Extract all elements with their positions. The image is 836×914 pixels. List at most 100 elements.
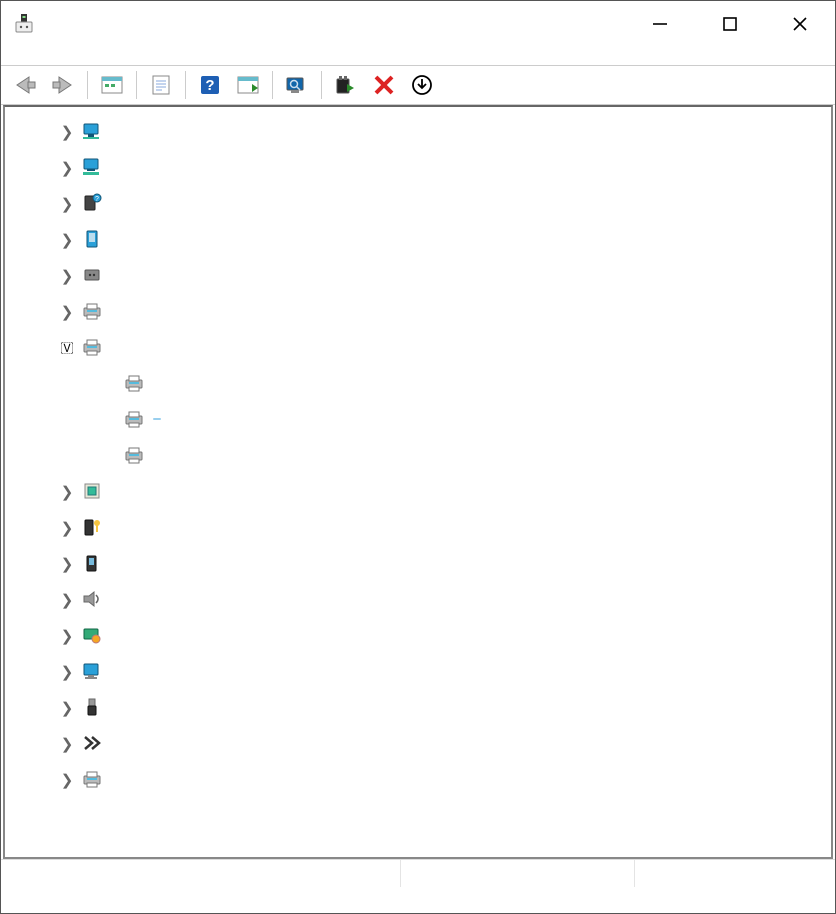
other-devices-icon: ? (79, 191, 105, 215)
toolbar-separator (136, 71, 137, 99)
chevron-right-icon[interactable]: ❯ (55, 626, 79, 645)
svg-text:?: ? (95, 196, 99, 203)
disable-device-button[interactable] (366, 69, 402, 101)
tree-item-label (111, 274, 119, 276)
chevron-right-icon[interactable]: ❯ (55, 770, 79, 789)
tree-item-security-devices[interactable]: ❯ (5, 509, 831, 545)
toolbar-separator (87, 71, 88, 99)
printer-icon (121, 371, 147, 395)
tree-item-label (111, 562, 119, 564)
tree-item-portable-devices[interactable]: ❯ (5, 221, 831, 257)
tree-item-print-queues[interactable]: ❯ (5, 293, 831, 329)
tree-item-label (153, 382, 161, 384)
device-tree[interactable]: ❯ ❯ ❯ ? ❯ ❯ (5, 107, 831, 857)
tree-item-label (111, 202, 119, 204)
content-pane: ❯ ❯ ❯ ? ❯ ❯ (3, 105, 833, 859)
network-infra-icon (79, 155, 105, 179)
nav-back-button[interactable] (7, 69, 43, 101)
portable-device-icon (79, 227, 105, 251)
titlebar (1, 1, 835, 47)
update-driver-button[interactable] (279, 69, 315, 101)
chevron-right-icon[interactable]: ❯ (55, 518, 79, 537)
statusbar-cell (635, 860, 835, 887)
window-controls (625, 1, 835, 47)
statusbar-cell (1, 860, 401, 887)
wd-icon (79, 731, 105, 755)
tree-item-label (111, 706, 119, 708)
cpu-icon (79, 479, 105, 503)
tree-item-sound-video-game[interactable]: ❯ (5, 581, 831, 617)
printer-icon (121, 443, 147, 467)
menubar (1, 47, 835, 65)
show-hidden-button[interactable] (94, 69, 130, 101)
chevron-down-icon[interactable]: 🇻 (55, 338, 79, 356)
tree-item-label (153, 418, 161, 420)
tree-item-label (153, 454, 161, 456)
tree-item-network-adapters[interactable]: ❯ (5, 113, 831, 149)
tree-item-ports[interactable]: ❯ (5, 257, 831, 293)
tree-item-printers[interactable]: 🇻 (5, 329, 831, 365)
chevron-right-icon[interactable]: ❯ (55, 698, 79, 717)
tree-item-label (111, 130, 119, 132)
statusbar-cell (401, 860, 635, 887)
properties-button[interactable] (143, 69, 179, 101)
system-device-icon (79, 659, 105, 683)
svg-text:?: ? (205, 77, 214, 94)
toolbar-separator (185, 71, 186, 99)
tree-item-printer-fax[interactable] (5, 365, 831, 401)
tree-item-network-infrastructure[interactable]: ❯ (5, 149, 831, 185)
chevron-right-icon[interactable]: ❯ (55, 662, 79, 681)
tree-item-label (111, 670, 119, 672)
printer-icon (79, 299, 105, 323)
chevron-right-icon[interactable]: ❯ (55, 482, 79, 501)
printer-icon (121, 407, 147, 431)
maximize-button[interactable] (695, 1, 765, 47)
network-adapter-icon (79, 119, 105, 143)
tree-item-label (111, 634, 119, 636)
chevron-right-icon[interactable]: ❯ (55, 122, 79, 141)
chevron-right-icon[interactable]: ❯ (55, 266, 79, 285)
uninstall-device-button[interactable] (328, 69, 364, 101)
software-device-icon (79, 551, 105, 575)
tree-item-label (111, 490, 119, 492)
scan-hardware-button[interactable] (230, 69, 266, 101)
chevron-right-icon[interactable]: ❯ (55, 194, 79, 213)
storage-icon (79, 623, 105, 647)
chevron-right-icon[interactable]: ❯ (55, 590, 79, 609)
tree-item-label (111, 346, 119, 348)
nav-forward-button[interactable] (45, 69, 81, 101)
tree-item-label (111, 778, 119, 780)
tree-item-wsd-print-provider[interactable]: ❯ (5, 761, 831, 797)
tree-item-software-devices[interactable]: ❯ (5, 545, 831, 581)
tree-item-printer-canon-mx920[interactable] (5, 401, 831, 437)
toolbar-separator (321, 71, 322, 99)
printer-icon (79, 335, 105, 359)
tree-item-system-devices[interactable]: ❯ (5, 653, 831, 689)
security-device-icon (79, 515, 105, 539)
chevron-right-icon[interactable]: ❯ (55, 734, 79, 753)
port-icon (79, 263, 105, 287)
toolbar-separator (272, 71, 273, 99)
chevron-right-icon[interactable]: ❯ (55, 302, 79, 321)
toolbar: ? (1, 65, 835, 105)
tree-item-label (111, 526, 119, 528)
tree-item-label (111, 166, 119, 168)
tree-item-usb-controllers[interactable]: ❯ (5, 689, 831, 725)
tree-item-label (111, 310, 119, 312)
chevron-right-icon[interactable]: ❯ (55, 158, 79, 177)
usb-icon (79, 695, 105, 719)
minimize-button[interactable] (625, 1, 695, 47)
statusbar (1, 859, 835, 887)
tree-item-storage-controllers[interactable]: ❯ (5, 617, 831, 653)
chevron-right-icon[interactable]: ❯ (55, 554, 79, 573)
help-button[interactable]: ? (192, 69, 228, 101)
tree-item-processors[interactable]: ❯ (5, 473, 831, 509)
sound-icon (79, 587, 105, 611)
tree-item-label (111, 742, 119, 744)
chevron-right-icon[interactable]: ❯ (55, 230, 79, 249)
disable-device-circle-button[interactable] (404, 69, 440, 101)
tree-item-wd-drive-management[interactable]: ❯ (5, 725, 831, 761)
close-button[interactable] (765, 1, 835, 47)
tree-item-other-devices[interactable]: ❯ ? (5, 185, 831, 221)
tree-item-printer-ms-cloud[interactable] (5, 437, 831, 473)
